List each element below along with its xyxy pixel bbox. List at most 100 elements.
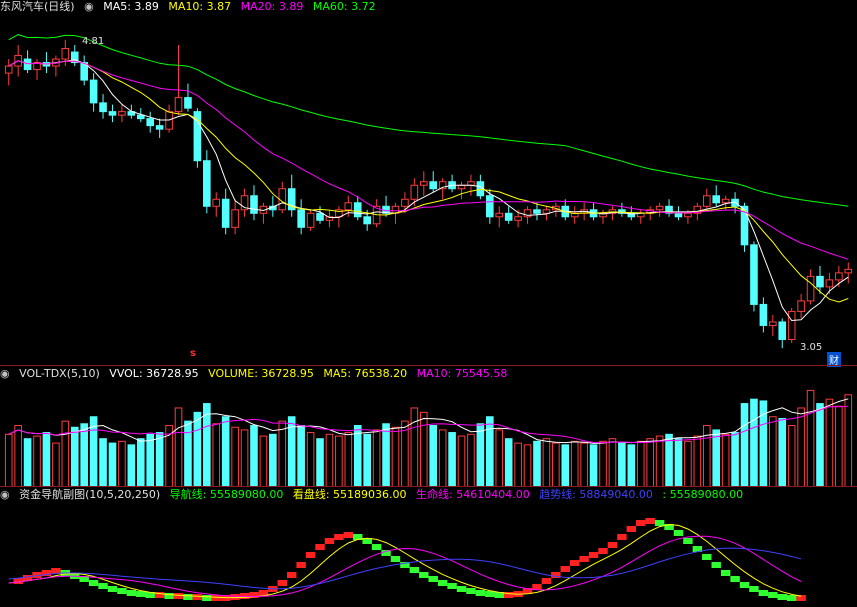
- candle-body: [712, 195, 721, 204]
- volume-bar: [297, 425, 305, 487]
- candle-body: [486, 195, 494, 218]
- volume-bar: [457, 435, 466, 487]
- volume-bar: [212, 423, 221, 487]
- volume-bar: [589, 444, 598, 487]
- candle-body: [750, 244, 758, 305]
- volume-bar: [410, 407, 419, 487]
- signal-s-marker: s: [190, 348, 196, 359]
- volume-bar: [693, 435, 702, 487]
- indicator-step: [409, 567, 420, 573]
- volume-bar: [14, 425, 22, 487]
- volume-toggle-icon[interactable]: ◉: [0, 367, 10, 380]
- stock-title[interactable]: 东风汽车(日线): [0, 0, 75, 13]
- indicator-step: [466, 588, 476, 594]
- indicator-step: [456, 586, 467, 592]
- ma-toggle-icon[interactable]: ◉: [84, 0, 94, 13]
- volume-bar: [740, 403, 749, 487]
- indicator-step: [126, 590, 137, 596]
- indicator-step: [711, 562, 721, 568]
- indicator-step: [107, 586, 118, 592]
- volume-bar: [52, 442, 60, 487]
- indicator-toggle-icon[interactable]: ◉: [0, 488, 10, 501]
- volume-bar: [372, 429, 381, 487]
- indicator-step: [768, 592, 778, 598]
- candle-body: [146, 118, 155, 127]
- candle-body: [212, 198, 221, 207]
- volume-bar: [797, 407, 805, 487]
- indicator-step: [305, 552, 316, 558]
- vol-ma10-legend: MA10: 75545.58: [416, 367, 508, 380]
- indicator-step: [475, 590, 486, 596]
- candle-body: [136, 114, 145, 120]
- candle-body: [759, 303, 768, 326]
- indicator-step: [88, 580, 99, 586]
- volume-bar: [174, 407, 183, 487]
- indicator-step: [117, 588, 127, 594]
- indicator-step: [343, 532, 354, 538]
- volume-bar: [155, 432, 164, 487]
- volume-bar: [363, 433, 371, 487]
- volume-bar: [335, 435, 343, 487]
- indicator-step: [607, 542, 618, 548]
- indicator-step: [324, 538, 335, 544]
- indicator-step: [202, 595, 212, 601]
- indicator-step: [183, 594, 193, 600]
- indicator-step: [296, 562, 306, 568]
- volume-bar: [552, 442, 560, 487]
- volume-bar: [731, 432, 739, 487]
- candle-body: [99, 102, 107, 113]
- indicator-step: [277, 580, 287, 586]
- candle-body: [297, 209, 305, 228]
- volume-bar: [750, 398, 758, 487]
- candle-body: [835, 272, 843, 281]
- indicator-step: [758, 590, 769, 596]
- volume-bar: [33, 435, 41, 487]
- indicator-step: [720, 570, 731, 576]
- watch-line-legend: 看盘线: 55189036.00: [292, 488, 407, 501]
- candlestick-chart[interactable]: [0, 14, 857, 367]
- indicator-title[interactable]: 资金导航副图(10,5,20,250): [19, 488, 160, 501]
- volume-bar: [448, 432, 456, 487]
- volume-bar: [306, 432, 315, 487]
- volume-bar: [844, 394, 853, 487]
- candle-body: [684, 212, 692, 218]
- candle-body: [118, 111, 126, 116]
- indicator-step: [485, 591, 495, 597]
- indicator-step: [673, 530, 684, 536]
- volume-bar: [825, 398, 834, 487]
- candle-body: [806, 275, 815, 302]
- volume-bar: [42, 432, 51, 487]
- volume-bar: [599, 440, 607, 487]
- volume-bar: [99, 438, 107, 487]
- volume-title[interactable]: VOL-TDX(5,10): [19, 367, 100, 380]
- candle-body: [250, 195, 258, 214]
- indicator-step: [777, 594, 787, 600]
- volume-bar: [835, 405, 843, 487]
- volume-bar: [193, 411, 202, 487]
- candle-body: [363, 216, 371, 225]
- volume-bar: [419, 411, 428, 487]
- candle-body: [410, 184, 419, 200]
- volume-bar: [806, 389, 815, 487]
- volume-bar: [514, 442, 522, 487]
- volume-bar: [674, 438, 683, 487]
- volume-legend: VOLUME: 36728.95: [208, 367, 314, 380]
- volume-bar: [146, 433, 155, 487]
- candle-body: [344, 202, 353, 211]
- candle-body: [306, 212, 315, 228]
- volume-bar: [523, 444, 532, 487]
- indicator-chart[interactable]: [0, 503, 857, 607]
- volume-bar: [467, 433, 475, 487]
- ma10-legend: MA10: 3.87: [168, 0, 232, 13]
- volume-bar: [382, 423, 390, 487]
- volume-chart[interactable]: [0, 382, 857, 487]
- volume-bar: [438, 429, 447, 487]
- candle-body: [23, 58, 32, 71]
- volume-bar: [80, 423, 88, 487]
- indicator-step: [98, 583, 108, 589]
- volume-bar: [231, 426, 239, 487]
- volume-bar: [61, 420, 70, 487]
- volume-bar: [486, 416, 494, 487]
- volume-bar: [561, 444, 570, 487]
- candle-body: [504, 212, 513, 221]
